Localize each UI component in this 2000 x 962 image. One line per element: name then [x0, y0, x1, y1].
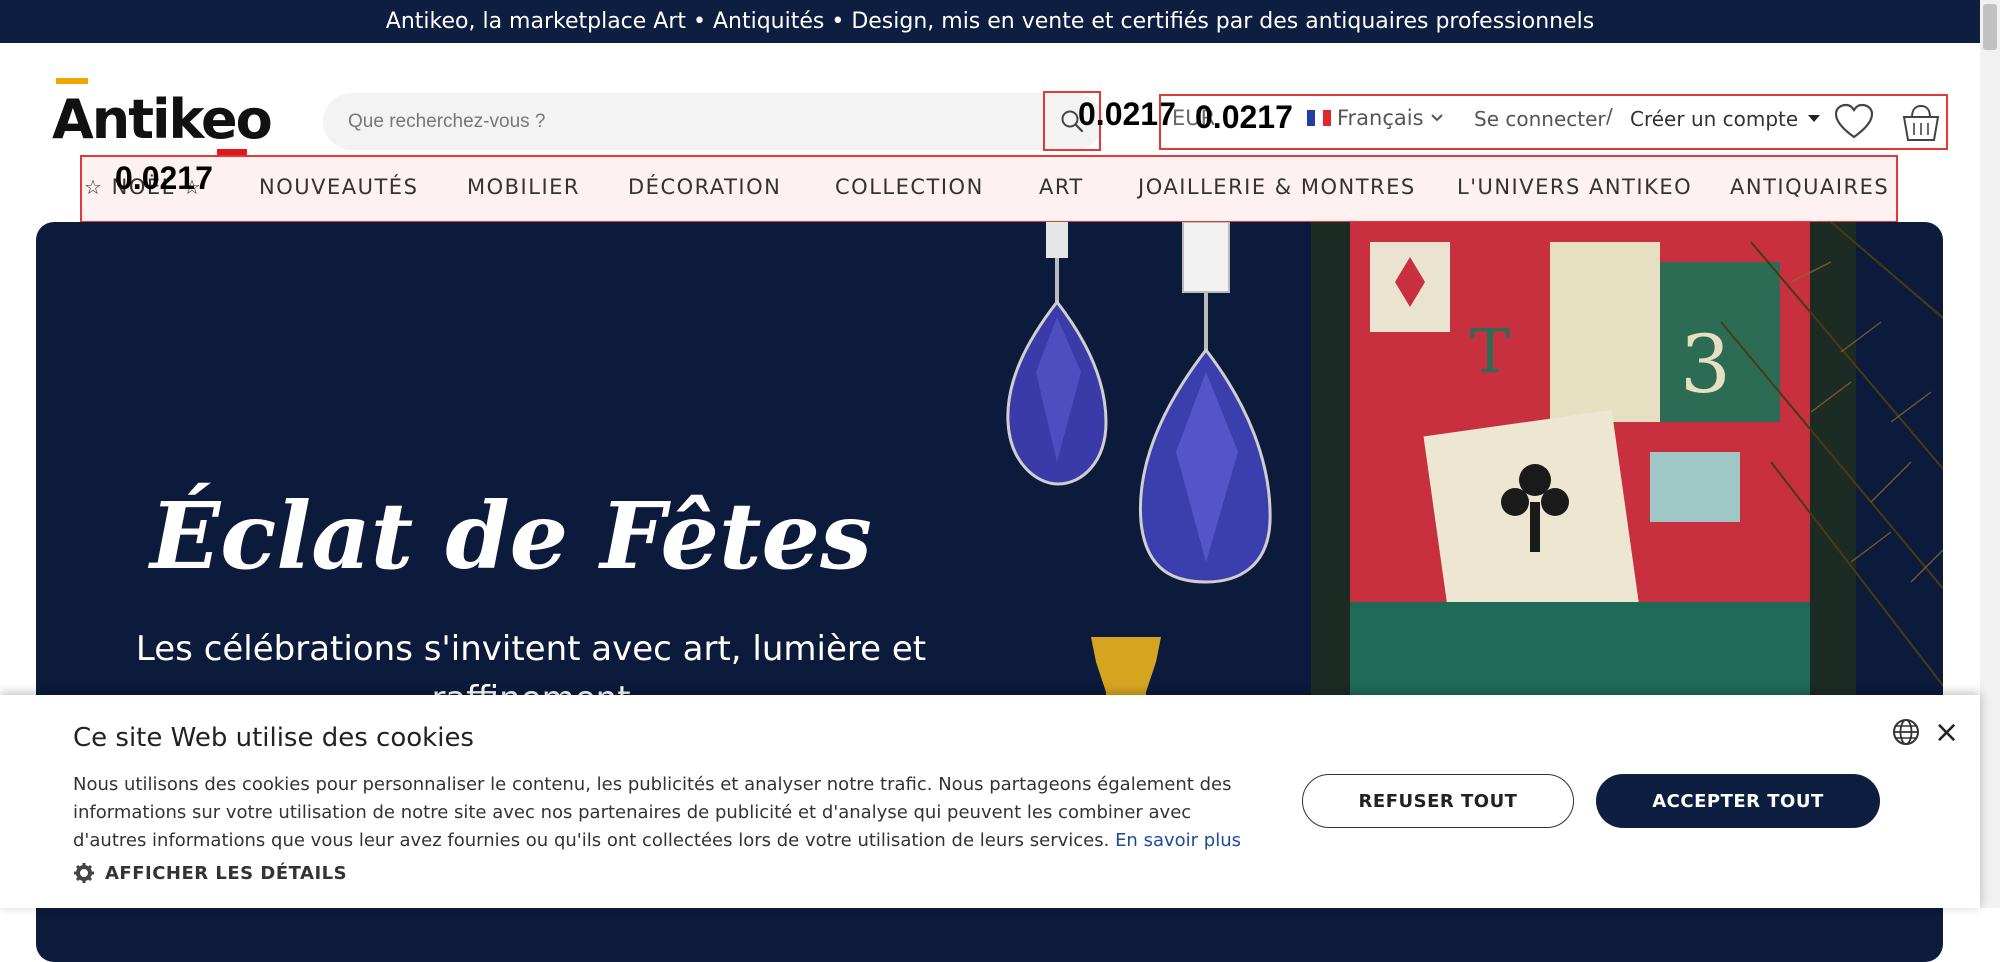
logo-accent-yellow — [56, 78, 88, 84]
nav-item-art[interactable]: ART — [1039, 175, 1084, 199]
nav-item-collection[interactable]: COLLECTION — [835, 175, 984, 199]
nav-item-decoration[interactable]: DÉCORATION — [628, 175, 781, 199]
svg-text:T: T — [1470, 317, 1510, 387]
cookie-description: Nous utilisons des cookies pour personna… — [73, 771, 1248, 855]
cart-basket-icon[interactable] — [1902, 103, 1940, 143]
nav-item-mobilier[interactable]: MOBILIER — [467, 175, 580, 199]
caret-down-icon — [1808, 115, 1821, 122]
cookie-title: Ce site Web utilise des cookies — [73, 723, 474, 753]
site-logo[interactable]: Antikeo — [52, 78, 273, 155]
cookie-consent-banner: Ce site Web utilise des cookies Nous uti… — [0, 695, 1980, 908]
login-link[interactable]: Se connecter — [1474, 107, 1606, 131]
close-icon[interactable]: × — [1934, 715, 1959, 750]
chevron-down-icon — [1430, 114, 1443, 122]
nav-item-nouveautes[interactable]: NOUVEAUTÉS — [259, 175, 418, 199]
pine-branch-image — [1720, 222, 1943, 688]
promo-banner: Antikeo, la marketplace Art • Antiquités… — [0, 0, 1980, 43]
page-scrollbar[interactable] — [1980, 0, 2000, 908]
nav-item-antiquaires[interactable]: ANTIQUAIRES — [1730, 175, 1889, 199]
learn-more-link[interactable]: En savoir plus — [1115, 830, 1241, 851]
show-details-label: AFFICHER LES DÉTAILS — [105, 862, 348, 884]
scrollbar-thumb[interactable] — [1983, 4, 1997, 50]
create-account-link[interactable]: Créer un compte — [1630, 107, 1821, 131]
refuse-all-button[interactable]: REFUSER TOUT — [1302, 774, 1574, 828]
cookie-description-text: Nous utilisons des cookies pour personna… — [73, 774, 1232, 851]
hero-title: Éclat de Fêtes — [150, 482, 872, 590]
wishlist-heart-icon[interactable] — [1834, 103, 1874, 141]
language-selector[interactable]: Français — [1307, 106, 1444, 130]
french-flag-icon — [1307, 110, 1331, 126]
util-score-overlay: 0.0217 — [1195, 99, 1293, 135]
nav-item-univers[interactable]: L'UNIVERS ANTIKEO — [1457, 175, 1692, 199]
search-bar — [323, 93, 1103, 150]
account-separator: / — [1606, 104, 1613, 128]
language-label: Français — [1337, 106, 1424, 130]
gear-icon — [74, 863, 94, 883]
earrings-image — [1006, 222, 1272, 742]
create-account-label: Créer un compte — [1630, 107, 1799, 131]
logo-text: Antikeo — [52, 88, 273, 151]
star-icon: ☆ — [84, 175, 104, 199]
search-input[interactable] — [346, 109, 1050, 134]
promo-text: Antikeo, la marketplace Art • Antiquités… — [385, 9, 1595, 34]
nav-score-overlay: 0.0217 — [115, 160, 213, 196]
nav-item-joaillerie[interactable]: JOAILLERIE & MONTRES — [1138, 175, 1416, 199]
accept-all-button[interactable]: ACCEPTER TOUT — [1596, 774, 1880, 828]
show-details-toggle[interactable]: AFFICHER LES DÉTAILS — [73, 862, 347, 884]
globe-icon[interactable] — [1891, 717, 1921, 747]
